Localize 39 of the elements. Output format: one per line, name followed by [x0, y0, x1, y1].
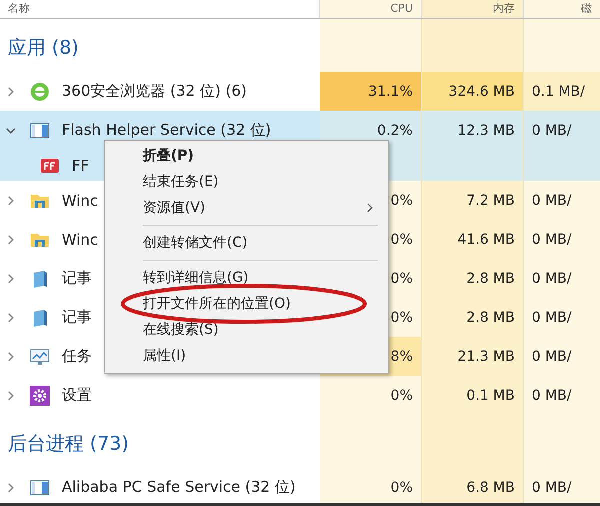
cpu-cell: 31.1%	[368, 84, 413, 100]
memory-cell: 21.3 MB	[458, 348, 515, 364]
memory-cell: 41.6 MB	[458, 232, 515, 248]
cpu-cell: 0%	[390, 480, 413, 496]
disk-cell: 0 MB/	[532, 480, 572, 496]
disk-cell: 0 MB/	[532, 348, 572, 364]
disk-cell: 0 MB/	[532, 388, 572, 404]
memory-cell: 0.1 MB	[466, 388, 515, 404]
process-name: Alibaba PC Safe Service (32 位)	[62, 478, 296, 497]
memory-cell: 324.6 MB	[448, 84, 515, 100]
disk-cell: 0 MB/	[532, 232, 572, 248]
memory-cell: 2.8 MB	[466, 270, 515, 286]
memory-cell: 7.2 MB	[466, 192, 515, 208]
cpu-cell: 0%	[390, 388, 413, 404]
disk-cell: 0 MB/	[532, 270, 572, 286]
process-name: 任务	[62, 347, 92, 366]
process-name: 记事	[62, 308, 92, 327]
memory-cell: 12.3 MB	[458, 122, 515, 138]
cpu-cell: 0.2%	[377, 122, 413, 138]
process-name: Flash Helper Service (32 位)	[62, 121, 272, 140]
process-name: Winc	[62, 192, 98, 210]
disk-cell: 0 MB/	[532, 310, 572, 326]
memory-cell: 6.8 MB	[466, 480, 515, 496]
process-name: 360安全浏览器 (32 位) (6)	[62, 82, 247, 101]
disk-cell: 0 MB/	[532, 192, 572, 208]
process-name: 设置	[62, 386, 92, 405]
cpu-cell: 0%	[390, 232, 413, 248]
cpu-cell: 0%	[390, 270, 413, 286]
memory-cell: 2.8 MB	[466, 310, 515, 326]
process-name: 记事	[62, 269, 92, 288]
cpu-cell: 0%	[390, 310, 413, 326]
cpu-cell: 8%	[390, 348, 413, 364]
process-name: FF	[72, 156, 90, 174]
cpu-cell: 0%	[390, 192, 413, 208]
section-heading: 后台进程 (73)	[7, 432, 130, 456]
process-name: Winc	[62, 230, 98, 248]
section-heading: 应用 (8)	[7, 36, 79, 60]
disk-cell: 0 MB/	[532, 122, 572, 138]
disk-cell: 0.1 MB/	[532, 84, 586, 100]
